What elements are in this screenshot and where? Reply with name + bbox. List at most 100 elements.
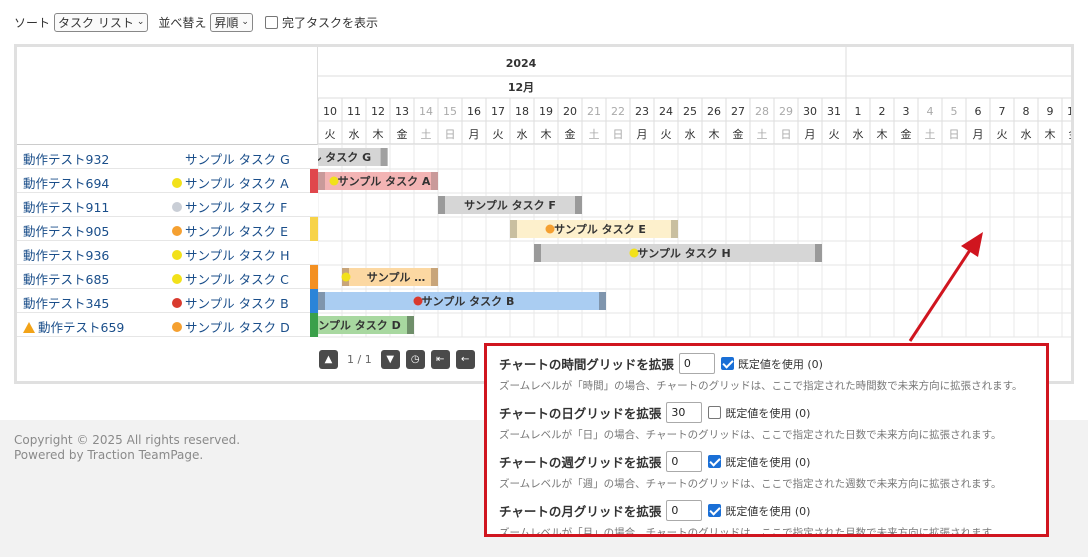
copyright-text: Copyright © 2025 All rights reserved.	[14, 433, 241, 447]
setting-description: ズームレベルが「月」の場合、チャートのグリッドは、ここで指定された月数で未来方向…	[499, 527, 1002, 537]
month-default-checkbox[interactable]	[708, 504, 722, 517]
order-select-value: 昇順	[214, 15, 239, 30]
setting-title: チャートの月グリッドを拡張	[499, 504, 662, 519]
assignee-link[interactable]: サンプル タスク G	[185, 149, 290, 168]
assignee-link[interactable]: サンプル タスク A	[172, 173, 289, 192]
status-dot-icon	[172, 201, 182, 212]
weekday-label: 水	[853, 128, 864, 141]
task-name-text: 動作テスト936	[23, 248, 110, 263]
task-bar-status-dot	[341, 272, 351, 282]
assignee-link[interactable]: サンプル タスク D	[172, 317, 290, 336]
sort-select[interactable]: タスク リスト ⌄	[54, 12, 149, 32]
assignee-link[interactable]: サンプル タスク H	[172, 245, 289, 264]
page-indicator: 1 / 1	[347, 352, 372, 366]
assignee-link[interactable]: サンプル タスク C	[172, 269, 289, 288]
task-name-link[interactable]: 動作テスト932	[23, 149, 109, 168]
task-row[interactable]: 動作テスト694 サンプル タスク A	[17, 169, 318, 193]
setting-day-grid: チャートの日グリッドを拡張 30 既定値を使用 (0) ズームレベルが「日」の場合、…	[499, 402, 1002, 442]
task-row[interactable]: 動作テスト685 サンプル タスク C	[17, 265, 318, 289]
hour-default-checkbox[interactable]	[720, 357, 734, 370]
task-bar-end-handle	[431, 268, 438, 286]
weekday-label: 水	[517, 128, 528, 141]
task-bar[interactable]: サンプル タスク H	[534, 244, 822, 262]
priority-strip	[310, 169, 318, 193]
task-bar[interactable]: サンプル タスク F	[438, 196, 582, 214]
day-number: 4	[927, 105, 934, 118]
pager: ▲ 1 / 1 ▼ ◷ ⇤ ←	[319, 349, 475, 369]
day-number: 1	[855, 105, 862, 118]
chevron-down-icon: ⌄	[136, 17, 145, 27]
day-grid-input[interactable]: 30	[666, 402, 703, 423]
task-bar[interactable]: サンプル タスク E	[510, 220, 678, 238]
day-default-checkbox[interactable]	[708, 406, 722, 419]
move-down-button[interactable]: ▼	[380, 349, 400, 369]
year-label: 2024	[506, 57, 537, 70]
assignee-text: サンプル タスク A	[185, 176, 289, 191]
task-bar[interactable]: ル タスク G	[318, 148, 388, 166]
day-number: 23	[635, 105, 649, 118]
weekday-label: 月	[637, 128, 648, 141]
setting-title: チャートの週グリッドを拡張	[499, 455, 662, 470]
show-completed-label: 完了タスクを表示	[281, 15, 378, 30]
sort-select-value: タスク リスト	[58, 15, 134, 30]
weekday-label: 月	[469, 128, 480, 141]
weekday-label: 日	[949, 128, 960, 141]
month-grid-input[interactable]: 0	[666, 500, 703, 521]
task-bar-label: サンプル タスク F	[464, 198, 556, 212]
weekday-label: 日	[445, 128, 456, 141]
task-bar-label: サンプル …	[367, 270, 426, 284]
task-bar[interactable]: サンプル タスク A	[318, 172, 438, 190]
task-name-link[interactable]: 動作テスト685	[23, 269, 109, 288]
weekday-label: 水	[685, 128, 696, 141]
scroll-start-button[interactable]: ⇤	[430, 349, 450, 369]
task-bar[interactable]: サンプル タスク B	[318, 292, 606, 310]
order-select[interactable]: 昇順 ⌄	[210, 12, 253, 32]
month-label: 12月	[508, 81, 534, 94]
task-row[interactable]: 動作テスト911 サンプル タスク F	[17, 193, 318, 217]
task-name-link[interactable]: 動作テスト694	[23, 173, 109, 192]
task-row[interactable]: 動作テスト905 サンプル タスク E	[17, 217, 318, 241]
clock-icon[interactable]: ◷	[405, 349, 425, 369]
task-name-link[interactable]: 動作テスト659	[23, 317, 124, 336]
task-bar[interactable]: サンプル …	[341, 268, 439, 286]
task-bar-start-handle	[438, 196, 445, 214]
show-completed-checkbox[interactable]	[264, 15, 278, 29]
task-row[interactable]: 動作テスト932 サンプル タスク G	[17, 145, 318, 169]
week-grid-input[interactable]: 0	[666, 451, 703, 472]
task-bar-start-handle	[510, 220, 517, 238]
assignee-link[interactable]: サンプル タスク B	[172, 293, 289, 312]
day-number: 13	[395, 105, 409, 118]
task-bar[interactable]: サンプル タスク D	[318, 316, 414, 334]
assignee-text: サンプル タスク D	[185, 320, 290, 335]
assignee-link[interactable]: サンプル タスク F	[172, 197, 287, 216]
scroll-left-button[interactable]: ←	[455, 349, 475, 369]
task-bar-label: サンプル タスク B	[422, 294, 515, 308]
day-number: 6	[975, 105, 982, 118]
move-up-button[interactable]: ▲	[319, 349, 338, 369]
task-bar-label: ル タスク G	[318, 151, 371, 164]
task-name-link[interactable]: 動作テスト936	[23, 245, 109, 264]
assignee-link[interactable]: サンプル タスク E	[172, 221, 288, 240]
weekday-label: 土	[589, 128, 600, 141]
weekday-label: 水	[349, 128, 360, 141]
task-bar-end-handle	[815, 244, 822, 262]
day-number: 27	[731, 105, 745, 118]
priority-strip	[310, 313, 318, 337]
sort-label: ソート	[14, 15, 51, 30]
weekday-label: 月	[973, 128, 984, 141]
setting-title: チャートの日グリッドを拡張	[499, 406, 662, 421]
weekday-label: 木	[541, 128, 552, 141]
task-name-link[interactable]: 動作テスト905	[23, 221, 109, 240]
week-default-checkbox[interactable]	[708, 455, 722, 468]
task-row[interactable]: 動作テスト345 サンプル タスク B	[17, 289, 318, 313]
task-name-text: 動作テスト694	[23, 176, 110, 191]
status-dot-icon	[172, 321, 182, 332]
task-row[interactable]: 動作テスト936 サンプル タスク H	[17, 241, 318, 265]
weekday-label: 火	[997, 128, 1008, 141]
day-number: 30	[803, 105, 817, 118]
hour-grid-input[interactable]: 0	[678, 353, 715, 374]
task-name-link[interactable]: 動作テスト345	[23, 293, 109, 312]
settings-callout: チャートの時間グリッドを拡張 0 既定値を使用 (0) ズームレベルが「時間」の場合…	[484, 343, 1049, 537]
task-name-link[interactable]: 動作テスト911	[23, 197, 109, 216]
task-row[interactable]: 動作テスト659 サンプル タスク D	[17, 313, 318, 337]
